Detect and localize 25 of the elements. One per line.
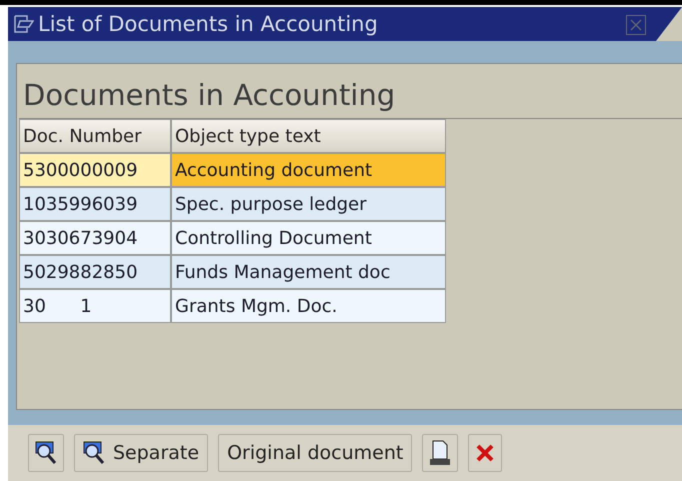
table-cell[interactable]: Spec. purpose ledger [171,187,446,221]
cancel-button[interactable] [468,434,502,472]
table-cell[interactable]: Accounting document [171,153,446,187]
table-cell[interactable]: Grants Mgm. Doc. [171,289,446,323]
table-cell[interactable]: Funds Management doc [171,255,446,289]
window-corner [656,7,682,41]
window-title: List of Documents in Accounting [38,12,378,36]
magnifier-icon [35,441,57,465]
column-header[interactable]: Object type text [171,119,446,153]
magnifier-icon [83,441,105,465]
print-button[interactable] [422,434,458,472]
table-cell[interactable]: Controlling Document [171,221,446,255]
close-icon [475,443,496,463]
table-cell[interactable]: 5029882850 [19,255,171,289]
table-cell[interactable]: 3030673904 [19,221,171,255]
separate-button[interactable]: Separate [74,434,208,472]
printer-icon [429,440,452,466]
column-header[interactable]: Doc. Number [19,119,171,153]
original-document-button[interactable]: Original document [218,434,412,472]
window-icon [14,15,34,33]
detail-button[interactable] [28,434,64,472]
page-heading: Documents in Accounting [23,77,396,114]
table-cell[interactable]: 1035996039 [19,187,171,221]
table-cell[interactable]: 5300000009 [19,153,171,187]
table-cell[interactable]: 30 1 [19,289,171,323]
